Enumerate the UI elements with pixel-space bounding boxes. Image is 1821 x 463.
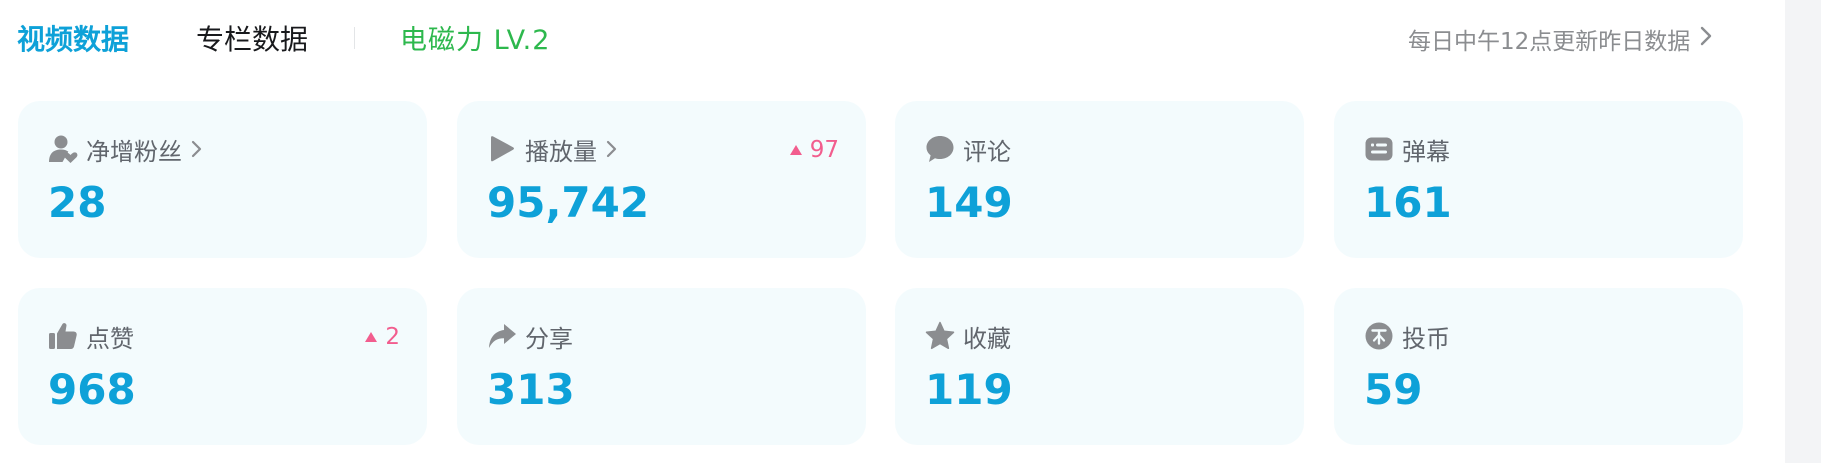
share-icon xyxy=(487,321,517,351)
card-value: 95,742 xyxy=(487,178,650,227)
tab-video-data[interactable]: 视频数据 xyxy=(17,18,129,58)
chevron-right-icon xyxy=(190,139,204,159)
card-label: 投币 xyxy=(1402,324,1450,353)
card-value: 119 xyxy=(925,365,1013,414)
tab-divider xyxy=(354,27,355,49)
card-danmaku[interactable]: 弹幕 161 xyxy=(1334,101,1743,258)
card-plays[interactable]: 播放量 97 95,742 xyxy=(457,101,866,258)
play-icon xyxy=(487,134,517,164)
card-label: 净增粉丝 xyxy=(86,137,182,166)
card-label: 播放量 xyxy=(525,137,597,166)
card-label: 弹幕 xyxy=(1402,137,1450,166)
card-value: 149 xyxy=(925,178,1013,227)
increase-indicator: 97 xyxy=(789,135,839,165)
card-coins[interactable]: 投币 59 xyxy=(1334,288,1743,445)
tab-article-data[interactable]: 专栏数据 xyxy=(196,18,308,58)
card-label: 收藏 xyxy=(963,324,1011,353)
increase-value: 2 xyxy=(385,324,400,350)
stats-header: 视频数据 专栏数据 电磁力 LV.2 每日中午12点更新昨日数据 xyxy=(0,0,1785,76)
star-icon xyxy=(925,321,955,351)
scrollbar-track[interactable] xyxy=(1785,0,1821,463)
thumbs-up-icon xyxy=(48,321,78,351)
card-label: 评论 xyxy=(963,137,1011,166)
chevron-right-icon xyxy=(605,139,619,159)
card-label: 点赞 xyxy=(86,324,134,353)
power-level-badge[interactable]: 电磁力 LV.2 xyxy=(400,18,550,57)
card-shares[interactable]: 分享 313 xyxy=(457,288,866,445)
card-value: 313 xyxy=(487,365,575,414)
increase-indicator: 2 xyxy=(364,322,400,352)
card-value: 59 xyxy=(1364,365,1423,414)
card-net-followers[interactable]: 净增粉丝 28 xyxy=(18,101,427,258)
update-note-link[interactable]: 每日中午12点更新昨日数据 xyxy=(1408,22,1714,56)
danmaku-icon xyxy=(1364,134,1394,164)
chevron-right-icon xyxy=(1698,25,1714,53)
comment-icon xyxy=(925,134,955,164)
update-note-text: 每日中午12点更新昨日数据 xyxy=(1408,29,1691,55)
card-value: 28 xyxy=(48,178,107,227)
card-label: 分享 xyxy=(525,324,573,353)
coin-icon xyxy=(1364,321,1394,351)
card-value: 161 xyxy=(1364,178,1452,227)
triangle-up-icon xyxy=(365,332,378,342)
card-likes[interactable]: 点赞 2 968 xyxy=(18,288,427,445)
triangle-up-icon xyxy=(789,145,802,155)
card-comments[interactable]: 评论 149 xyxy=(895,101,1304,258)
user-heart-icon xyxy=(48,134,78,164)
card-value: 968 xyxy=(48,365,136,414)
card-favorites[interactable]: 收藏 119 xyxy=(895,288,1304,445)
increase-value: 97 xyxy=(809,137,839,163)
